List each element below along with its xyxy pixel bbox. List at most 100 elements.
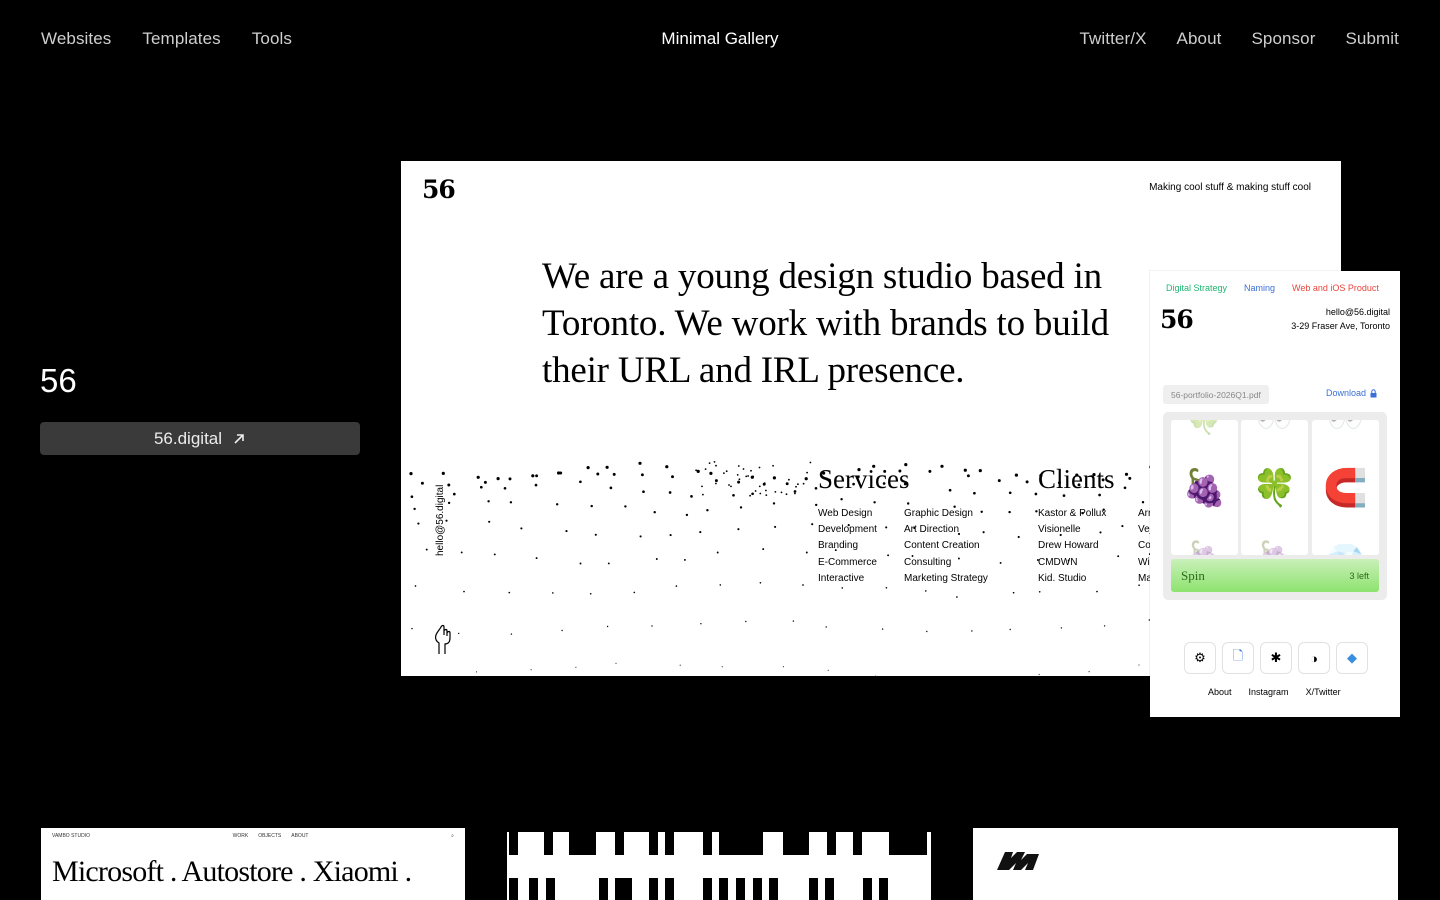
pattern-dot	[535, 474, 539, 478]
client-item: Visionelle	[1038, 524, 1081, 536]
pattern-dot	[1008, 491, 1012, 495]
pattern-dot	[479, 485, 483, 489]
pattern-dot	[785, 482, 789, 486]
pattern-dot	[737, 465, 740, 467]
pattern-dot	[483, 480, 487, 484]
services-list-2: Graphic Design Art Direction Content Cre…	[904, 506, 988, 587]
nav-sponsor[interactable]: Sponsor	[1251, 29, 1315, 49]
tab-web-ios[interactable]: Web and iOS Product	[1292, 283, 1379, 293]
pattern-dot	[675, 585, 678, 587]
eyes-icon: 👀	[1241, 420, 1308, 435]
pattern-dot	[785, 493, 788, 496]
pattern-dot	[555, 503, 559, 506]
pattern-dot	[575, 666, 577, 668]
pattern-dot	[709, 471, 713, 475]
pattern-dot	[1038, 590, 1041, 593]
download-link[interactable]: Download	[1326, 388, 1377, 398]
gallery-card[interactable]	[973, 828, 1398, 900]
pattern-dot	[1096, 590, 1098, 593]
diamond-icon: 💎	[1312, 542, 1379, 555]
pattern-dot	[772, 464, 774, 467]
spin-label: Spin	[1181, 567, 1205, 583]
pattern-dot	[966, 474, 970, 478]
tab-naming[interactable]: Naming	[1244, 283, 1275, 293]
pattern-dot	[887, 554, 890, 557]
card-menu-item: WORK	[232, 833, 249, 839]
pattern-dot	[706, 508, 709, 512]
mobile-screenshot[interactable]: Digital Strategy Naming Web and iOS Prod…	[1150, 271, 1400, 717]
nav-twitter[interactable]: Twitter/X	[1079, 29, 1146, 49]
card-header: VAMBO STUDIO WORK OBJECTS ABOUT ⌕	[52, 833, 454, 839]
link-twitter[interactable]: X/Twitter	[1306, 687, 1341, 697]
pattern-dot	[665, 465, 669, 469]
spin-button[interactable]: Spin 3 left	[1171, 559, 1379, 592]
pattern-dot	[751, 492, 754, 496]
pattern-dot	[749, 494, 751, 497]
pattern-dot	[978, 469, 982, 473]
pattern-dot	[794, 492, 796, 495]
pattern-dot	[509, 501, 513, 504]
pattern-dot	[802, 584, 804, 586]
pattern-dot	[425, 548, 428, 551]
pattern-dot	[420, 481, 424, 485]
preview-logo: 56	[422, 175, 456, 204]
pattern-dot	[745, 475, 748, 478]
globe-icon[interactable]: ◑	[1298, 642, 1330, 674]
link-about[interactable]: About	[1208, 687, 1232, 697]
card-headline: Microsoft . Autostore . Xiaomi .	[52, 855, 412, 888]
pattern-dot	[782, 666, 784, 668]
pattern-dot	[612, 472, 616, 476]
mobile-email[interactable]: hello@56.digital	[1291, 306, 1390, 320]
gallery-card[interactable]	[507, 828, 931, 900]
pattern-dot	[653, 510, 656, 514]
top-nav: Websites Templates Tools Minimal Gallery…	[0, 0, 1440, 78]
nav-about[interactable]: About	[1177, 29, 1222, 49]
mobile-icon-row: ⚙ 🗋 ✱ ◑ ◆	[1184, 642, 1368, 674]
mobile-address: 3-29 Fraser Ave, Toronto	[1291, 320, 1390, 331]
cube-icon[interactable]: ◆	[1336, 642, 1368, 674]
nav-submit[interactable]: Submit	[1345, 29, 1399, 49]
link-instagram[interactable]: Instagram	[1249, 687, 1289, 697]
pattern-dot	[447, 501, 451, 505]
asterisk-icon[interactable]: ✱	[1260, 642, 1292, 674]
pattern-dot	[758, 466, 761, 469]
pattern-dot	[924, 590, 927, 592]
pattern-dot	[973, 491, 976, 495]
pattern-dot	[1009, 628, 1011, 631]
pattern-dot	[1017, 535, 1020, 539]
pattern-dot	[463, 590, 465, 593]
pattern-dot	[780, 491, 783, 494]
pattern-dot	[531, 474, 535, 478]
service-item: Branding	[818, 540, 859, 552]
arrow-up-right-icon	[234, 433, 244, 444]
pattern-dot	[668, 491, 672, 494]
tab-digital-strategy[interactable]: Digital Strategy	[1166, 283, 1227, 293]
pattern-dot	[579, 562, 582, 565]
pattern-dot	[772, 502, 776, 505]
pattern-dot	[774, 491, 777, 493]
pattern-dot	[508, 477, 512, 481]
gallery-card[interactable]: VAMBO STUDIO WORK OBJECTS ABOUT ⌕ Micros…	[41, 828, 465, 900]
pattern-dot	[685, 513, 689, 517]
pattern-dot	[458, 632, 460, 635]
services-list-1: Web Design Development Branding E-Commer…	[818, 506, 877, 587]
pattern-dot	[669, 534, 672, 537]
pattern-dot	[742, 468, 745, 470]
pattern-dot	[530, 669, 532, 671]
pattern-dot	[797, 483, 799, 486]
pattern-dot	[804, 477, 808, 481]
pattern-dot	[410, 495, 414, 499]
brain-icon[interactable]: ⚙	[1184, 642, 1216, 674]
visit-site-button[interactable]: 56.digital	[40, 422, 360, 455]
service-item: Web Design	[818, 508, 873, 519]
pattern-dot	[805, 551, 808, 554]
pattern-dot	[723, 472, 725, 474]
document-icon[interactable]: 🗋	[1222, 642, 1254, 674]
pattern-dot	[730, 485, 732, 488]
clients-heading: Clients	[1038, 464, 1115, 494]
pattern-dot	[596, 472, 600, 476]
pattern-dot	[520, 527, 523, 530]
pattern-dot	[1060, 627, 1063, 629]
pattern-dot	[488, 520, 491, 523]
pattern-dot	[825, 626, 827, 628]
